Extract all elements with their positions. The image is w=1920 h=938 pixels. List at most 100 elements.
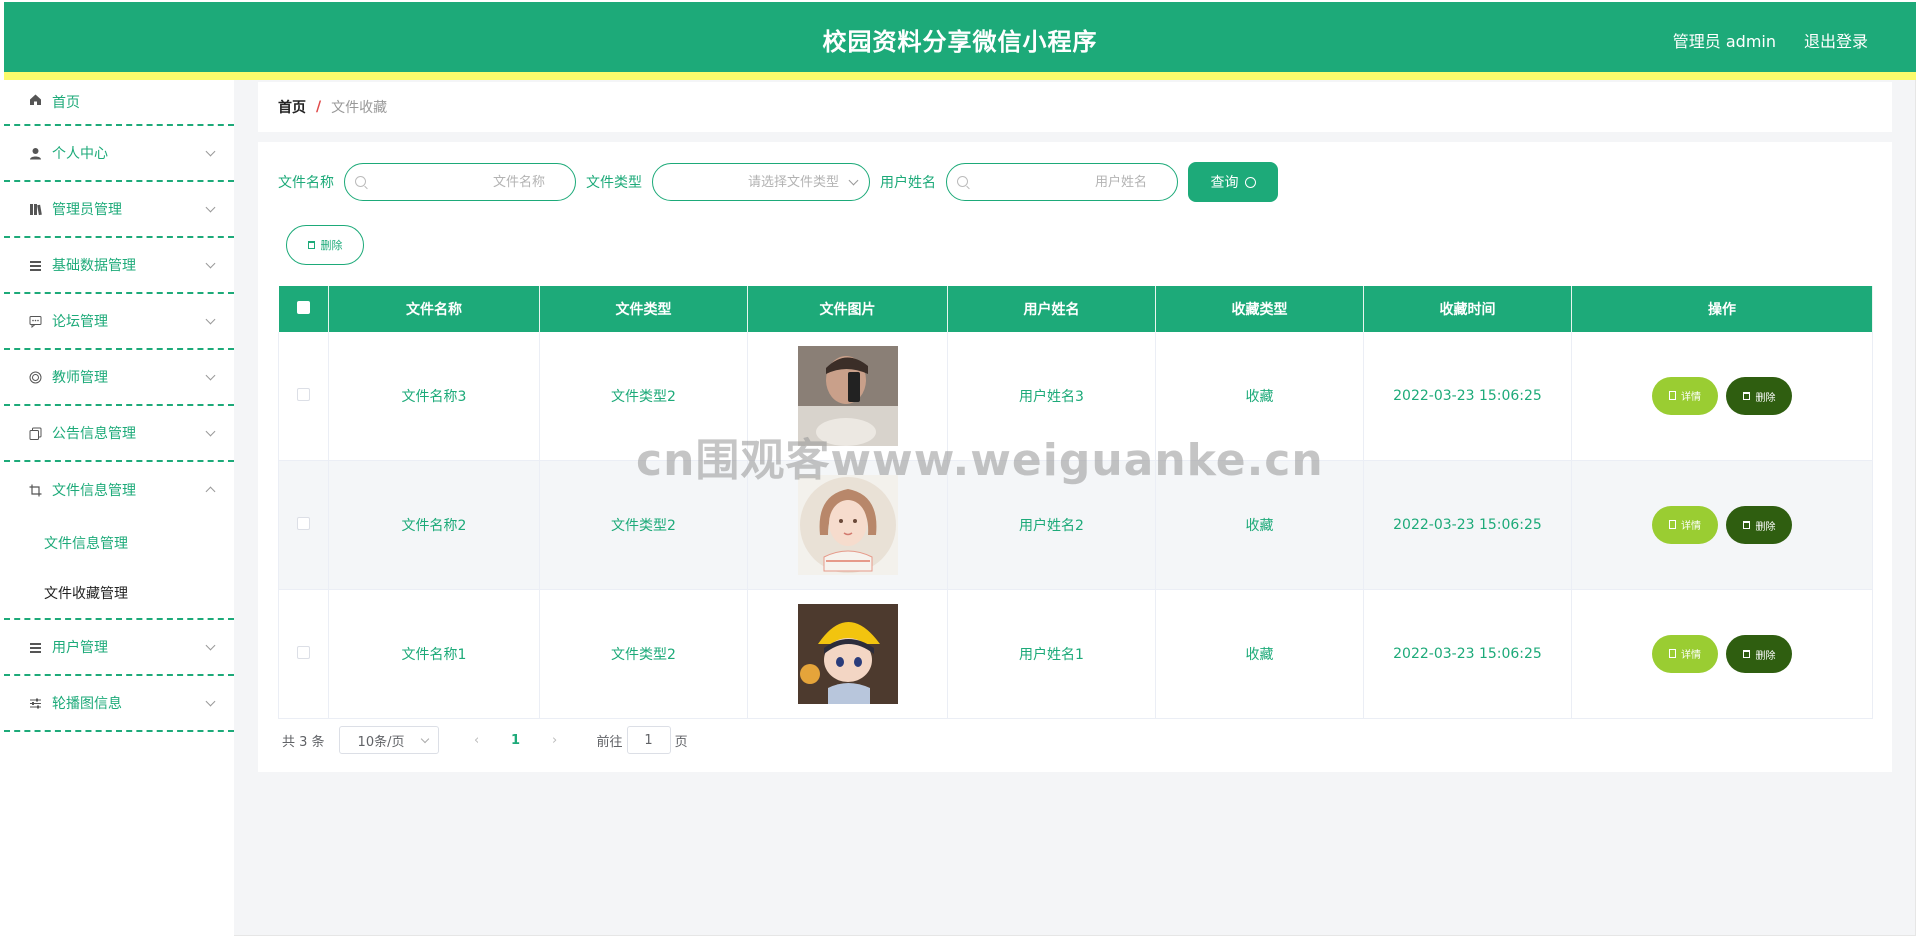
file-type-select[interactable]: [652, 163, 870, 201]
breadcrumb-home[interactable]: 首页: [278, 97, 306, 117]
sidebar-item-notice[interactable]: 公告信息管理: [4, 406, 234, 462]
sidebar-item-label: 个人中心: [52, 146, 108, 162]
sidebar-submenu-file-info: 文件信息管理 文件收藏管理: [4, 518, 234, 620]
sidebar-subitem-file-favorites[interactable]: 文件收藏管理: [4, 568, 234, 618]
next-page-button[interactable]: ›: [541, 733, 569, 748]
trash-icon: [1742, 521, 1750, 530]
list-icon: [28, 640, 42, 654]
sidebar-item-file-info[interactable]: 文件信息管理: [4, 462, 234, 518]
file-type-label: 文件类型: [586, 175, 642, 191]
column-header: 文件名称: [328, 286, 540, 332]
delete-button[interactable]: 删除: [1726, 377, 1792, 416]
column-header: 收藏类型: [1155, 286, 1364, 332]
sidebar-item-label: 论坛管理: [52, 314, 108, 330]
favorites-table: 文件名称 文件类型 文件图片 用户姓名 收藏类型 收藏时间 操作 文件名称3 文…: [278, 286, 1873, 719]
detail-button[interactable]: 详情: [1652, 376, 1718, 415]
goto-page-input[interactable]: [626, 726, 671, 754]
sidebar-item-personal-center[interactable]: 个人中心: [4, 126, 234, 182]
fav-time-cell: 2022-03-23 15:06:25: [1363, 589, 1572, 719]
fav-time-cell: 2022-03-23 15:06:25: [1363, 460, 1572, 590]
sidebar-item-label: 基础数据管理: [52, 258, 136, 274]
file-name-cell: 文件名称3: [328, 332, 540, 461]
logout-link[interactable]: 退出登录: [1804, 28, 1868, 52]
delete-label: 删除: [1755, 650, 1776, 662]
sidebar-item-teacher[interactable]: 教师管理: [4, 350, 234, 406]
file-name-label: 文件名称: [278, 175, 334, 191]
sidebar-item-label: 用户管理: [52, 640, 108, 656]
search-icon: [957, 176, 968, 187]
file-name-input[interactable]: [345, 164, 575, 200]
sidebar-item-admin-management[interactable]: 管理员管理: [4, 182, 234, 238]
home-icon: [28, 92, 42, 106]
user-name-input[interactable]: [947, 164, 1177, 200]
goto-label: 前往: [596, 734, 623, 750]
chevron-down-icon: [205, 370, 216, 381]
watermark-text: cn围观客www.weiguanke.cn: [636, 435, 1324, 486]
admin-label: 管理员 admin: [1672, 32, 1776, 51]
trash-icon: [1742, 650, 1750, 659]
sidebar-item-home[interactable]: 首页: [4, 80, 234, 126]
batch-delete-label: 删除: [320, 239, 343, 252]
row-checkbox[interactable]: [297, 387, 310, 401]
top-header: 校园资料分享微信小程序 管理员 admin 退出登录: [4, 2, 1916, 72]
sidebar-item-base-data[interactable]: 基础数据管理: [4, 238, 234, 294]
detail-label: 详情: [1681, 650, 1701, 662]
table-header-row: 文件名称 文件类型 文件图片 用户姓名 收藏类型 收藏时间 操作: [278, 286, 1873, 332]
row-checkbox[interactable]: [297, 516, 310, 530]
page-size-value: 10条/页: [357, 734, 405, 750]
detail-label: 详情: [1681, 521, 1701, 533]
crop-icon: [28, 483, 42, 497]
chevron-down-icon: [205, 146, 216, 157]
search-icon: [355, 176, 366, 187]
file-thumbnail[interactable]: [797, 604, 898, 704]
chevron-down-icon: [205, 426, 216, 437]
page-size-select[interactable]: 10条/页: [338, 726, 439, 754]
detail-label: 详情: [1681, 392, 1701, 404]
sidebar-subitem-file-info[interactable]: 文件信息管理: [4, 518, 234, 568]
sliders-icon: [28, 696, 42, 710]
detail-button[interactable]: 详情: [1652, 634, 1718, 673]
books-icon: [28, 202, 42, 216]
file-name-cell: 文件名称1: [328, 589, 540, 719]
sidebar-item-label: 教师管理: [52, 370, 108, 386]
select-all-cell: [278, 286, 329, 332]
search-icon: [1244, 176, 1256, 188]
prev-page-button[interactable]: ‹: [463, 733, 491, 748]
column-header: 用户姓名: [947, 286, 1156, 332]
column-header: 文件图片: [747, 286, 948, 332]
query-button-label: 查询: [1210, 175, 1239, 191]
chevron-down-icon: [420, 734, 429, 744]
file-type-input[interactable]: [653, 164, 869, 200]
detail-button[interactable]: 详情: [1652, 505, 1718, 544]
column-header: 操作: [1571, 286, 1873, 332]
delete-button[interactable]: 删除: [1726, 506, 1792, 545]
sidebar-item-label: 首页: [52, 95, 80, 111]
sidebar-item-users[interactable]: 用户管理: [4, 620, 234, 676]
user-name-cell: 用户姓名1: [947, 589, 1156, 719]
file-image-cell: [747, 589, 948, 719]
file-type-cell: 文件类型2: [539, 589, 748, 719]
target-icon: [28, 370, 42, 384]
file-thumbnail[interactable]: [797, 475, 898, 575]
row-checkbox[interactable]: [297, 645, 310, 659]
actions-cell: 详情 删除: [1571, 460, 1873, 590]
page-suffix: 页: [674, 734, 688, 750]
fav-time-cell: 2022-03-23 15:06:25: [1363, 332, 1572, 461]
table-row: 文件名称1 文件类型2 用户姓名1 收藏 2022-03-23 15:06:25…: [278, 589, 1873, 719]
document-icon: [1669, 520, 1676, 530]
batch-delete-button[interactable]: 删除: [286, 225, 364, 265]
query-button[interactable]: 查询: [1188, 162, 1278, 202]
actions-cell: 详情 删除: [1571, 589, 1873, 719]
select-all-checkbox[interactable]: [296, 300, 310, 314]
sidebar-item-label: 轮播图信息: [52, 696, 122, 712]
page-number-current[interactable]: 1: [501, 733, 531, 748]
sidebar-item-label: 管理员管理: [52, 202, 122, 218]
sidebar-item-forum[interactable]: 论坛管理: [4, 294, 234, 350]
file-name-field: [344, 163, 576, 201]
delete-button[interactable]: 删除: [1726, 635, 1792, 674]
trash-icon: [1742, 392, 1750, 401]
pagination-total: 共 3 条: [282, 734, 325, 750]
sidebar-item-carousel[interactable]: 轮播图信息: [4, 676, 234, 732]
sidebar: 首页 个人中心 管理员管理 基础数据管理 论坛管理 教师管理 公告信息管理 文件…: [4, 80, 234, 936]
sidebar-item-label: 文件信息管理: [52, 483, 136, 499]
